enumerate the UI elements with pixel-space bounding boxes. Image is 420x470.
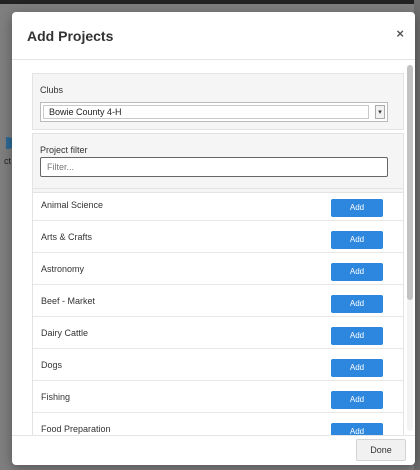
clubs-select[interactable]: Bowie County 4-H ▾: [40, 102, 388, 122]
scrollbar-thumb[interactable]: [407, 65, 413, 300]
list-item: Fishing Add: [33, 381, 403, 413]
project-name: Dairy Cattle: [41, 328, 89, 338]
project-name: Arts & Crafts: [41, 232, 93, 242]
add-projects-modal: Add Projects × Clubs Bowie County 4-H ▾ …: [12, 12, 415, 465]
add-project-button[interactable]: Add: [331, 231, 383, 249]
add-project-button[interactable]: Add: [331, 327, 383, 345]
add-project-button[interactable]: Add: [331, 359, 383, 377]
background-partial-text: ct: [4, 156, 12, 166]
list-item: Arts & Crafts Add: [33, 221, 403, 253]
list-item: Beef - Market Add: [33, 285, 403, 317]
add-project-button[interactable]: Add: [331, 263, 383, 281]
clubs-select-value: Bowie County 4-H: [43, 105, 369, 119]
project-filter-label: Project filter: [40, 145, 88, 155]
project-filter-section: Project filter Filter...: [32, 133, 404, 193]
chevron-down-icon[interactable]: ▾: [375, 105, 385, 119]
modal-title: Add Projects: [27, 28, 114, 44]
clubs-label: Clubs: [40, 85, 64, 95]
list-item: Dairy Cattle Add: [33, 317, 403, 349]
add-project-button[interactable]: Add: [331, 295, 383, 313]
list-item: Astronomy Add: [33, 253, 403, 285]
modal-header: Add Projects ×: [12, 12, 415, 60]
modal-body: Clubs Bowie County 4-H ▾ Project filter …: [12, 61, 415, 435]
project-name: Beef - Market: [41, 296, 96, 306]
background-top-bar: [0, 0, 420, 4]
clubs-section: Clubs Bowie County 4-H ▾: [32, 73, 404, 130]
add-project-button[interactable]: Add: [331, 423, 383, 435]
project-name: Animal Science: [41, 200, 104, 210]
close-icon[interactable]: ×: [396, 26, 404, 41]
list-item: Animal Science Add: [33, 189, 403, 221]
project-name: Fishing: [41, 392, 71, 402]
project-name: Astronomy: [41, 264, 85, 274]
project-name: Food Preparation: [41, 424, 111, 434]
project-name: Dogs: [41, 360, 63, 370]
done-button[interactable]: Done: [356, 439, 406, 461]
modal-footer: Done: [12, 435, 415, 465]
add-project-button[interactable]: Add: [331, 199, 383, 217]
list-item: Food Preparation Add: [33, 413, 403, 435]
projects-list: Animal Science Add Arts & Crafts Add Ast…: [32, 188, 404, 435]
add-project-button[interactable]: Add: [331, 391, 383, 409]
list-item: Dogs Add: [33, 349, 403, 381]
project-filter-input[interactable]: Filter...: [40, 157, 388, 177]
